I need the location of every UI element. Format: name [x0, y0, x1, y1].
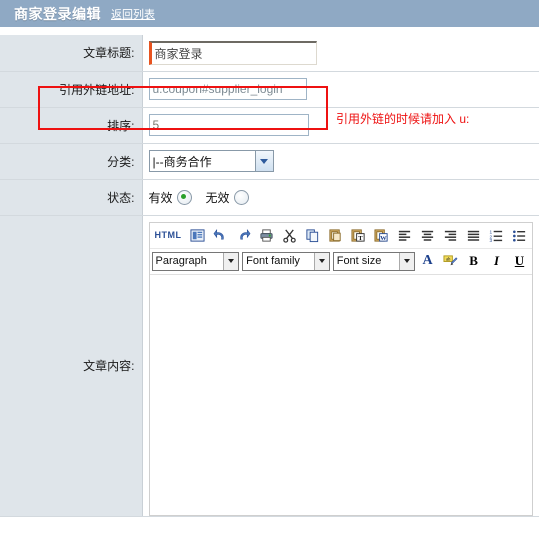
order-label: 排序: [0, 107, 143, 144]
paragraph-format-select[interactable]: Paragraph [151, 251, 240, 271]
preview-icon[interactable] [188, 226, 208, 245]
form-row-content: 文章内容: HTML T W 1 2 3 Paragraph Font fami… [0, 215, 539, 517]
svg-text:ab: ab [446, 257, 451, 262]
svg-text:3: 3 [489, 238, 492, 243]
numbered-list-icon[interactable]: 123 [487, 226, 507, 245]
title-field-cell [142, 35, 539, 72]
radio-unchecked-icon[interactable] [233, 189, 249, 205]
status-label: 状态: [0, 179, 143, 216]
editor-toolbar-row-1: HTML T W 1 2 3 [149, 222, 532, 249]
align-justify-icon[interactable] [464, 226, 484, 245]
align-left-icon[interactable] [395, 226, 415, 245]
chevron-down-icon[interactable] [313, 252, 329, 270]
back-to-list-link[interactable]: 返回列表 [111, 6, 155, 22]
undo-icon[interactable] [211, 226, 231, 245]
font-family-select[interactable]: Font family [242, 251, 330, 271]
align-right-icon[interactable] [441, 226, 461, 245]
underline-button[interactable]: U [510, 252, 530, 271]
paste-icon[interactable] [326, 226, 346, 245]
font-size-value: Font size [336, 255, 382, 267]
category-label: 分类: [0, 143, 143, 180]
svg-text:W: W [380, 235, 387, 242]
content-label: 文章内容: [0, 215, 143, 517]
text-color-icon[interactable]: A [418, 252, 438, 271]
form-row-status: 状态: 有效 无效 [0, 179, 539, 216]
status-disabled-label: 无效 [205, 190, 230, 205]
align-center-icon[interactable] [418, 226, 438, 245]
chevron-down-icon[interactable] [223, 252, 239, 270]
chevron-down-icon[interactable] [254, 151, 273, 171]
html-source-button[interactable]: HTML [152, 230, 185, 240]
svg-text:T: T [358, 235, 363, 242]
bold-button[interactable]: B [464, 252, 484, 271]
content-field-cell: HTML T W 1 2 3 Paragraph Font family Fon… [142, 215, 539, 517]
cut-icon[interactable] [280, 226, 300, 245]
external-link-label: 引用外链地址: [0, 71, 143, 108]
paste-from-word-icon[interactable]: W [372, 226, 392, 245]
redo-icon[interactable] [234, 226, 254, 245]
page-header: 商家登录编辑 返回列表 [0, 0, 539, 28]
editor-content-area[interactable] [149, 273, 532, 515]
radio-checked-icon[interactable] [176, 189, 192, 205]
external-link-field-cell [142, 71, 539, 108]
status-field-cell: 有效 无效 [142, 179, 539, 216]
form-row-title: 文章标题: [0, 35, 539, 72]
header-spacer [0, 28, 539, 35]
category-select-value: |--商务合作 [152, 154, 212, 169]
paste-as-text-icon[interactable]: T [349, 226, 369, 245]
font-family-value: Font family [246, 255, 300, 267]
category-field-cell: |--商务合作 [142, 143, 539, 180]
print-icon[interactable] [257, 226, 277, 245]
title-input[interactable] [148, 40, 317, 65]
order-input[interactable] [148, 114, 309, 136]
italic-button[interactable]: I [487, 252, 507, 271]
chevron-down-icon[interactable] [398, 252, 414, 270]
background-color-icon[interactable]: ab [441, 252, 461, 271]
external-link-hint-text: 引用外链的时候请加入 u: [336, 112, 470, 126]
title-label: 文章标题: [0, 35, 143, 72]
status-radio-enabled[interactable]: 有效 [149, 189, 192, 206]
status-enabled-label: 有效 [148, 190, 173, 205]
paragraph-format-value: Paragraph [155, 255, 207, 267]
form-row-category: 分类: |--商务合作 [0, 143, 539, 180]
status-radio-disabled[interactable]: 无效 [206, 189, 249, 206]
edit-form: 文章标题: 引用外链地址: 排序: 分类: |--商务合 [0, 35, 539, 517]
form-row-external-link: 引用外链地址: [0, 71, 539, 108]
copy-icon[interactable] [303, 226, 323, 245]
editor-toolbar-row-2: Paragraph Font family Font size A ab B I… [149, 248, 532, 274]
bullet-list-icon[interactable] [510, 226, 530, 245]
page-title: 商家登录编辑 [14, 5, 101, 22]
external-link-input[interactable] [148, 78, 307, 100]
rich-text-editor: HTML T W 1 2 3 Paragraph Font family Fon… [148, 221, 533, 516]
font-size-select[interactable]: Font size [332, 251, 415, 271]
category-select[interactable]: |--商务合作 [148, 150, 274, 172]
